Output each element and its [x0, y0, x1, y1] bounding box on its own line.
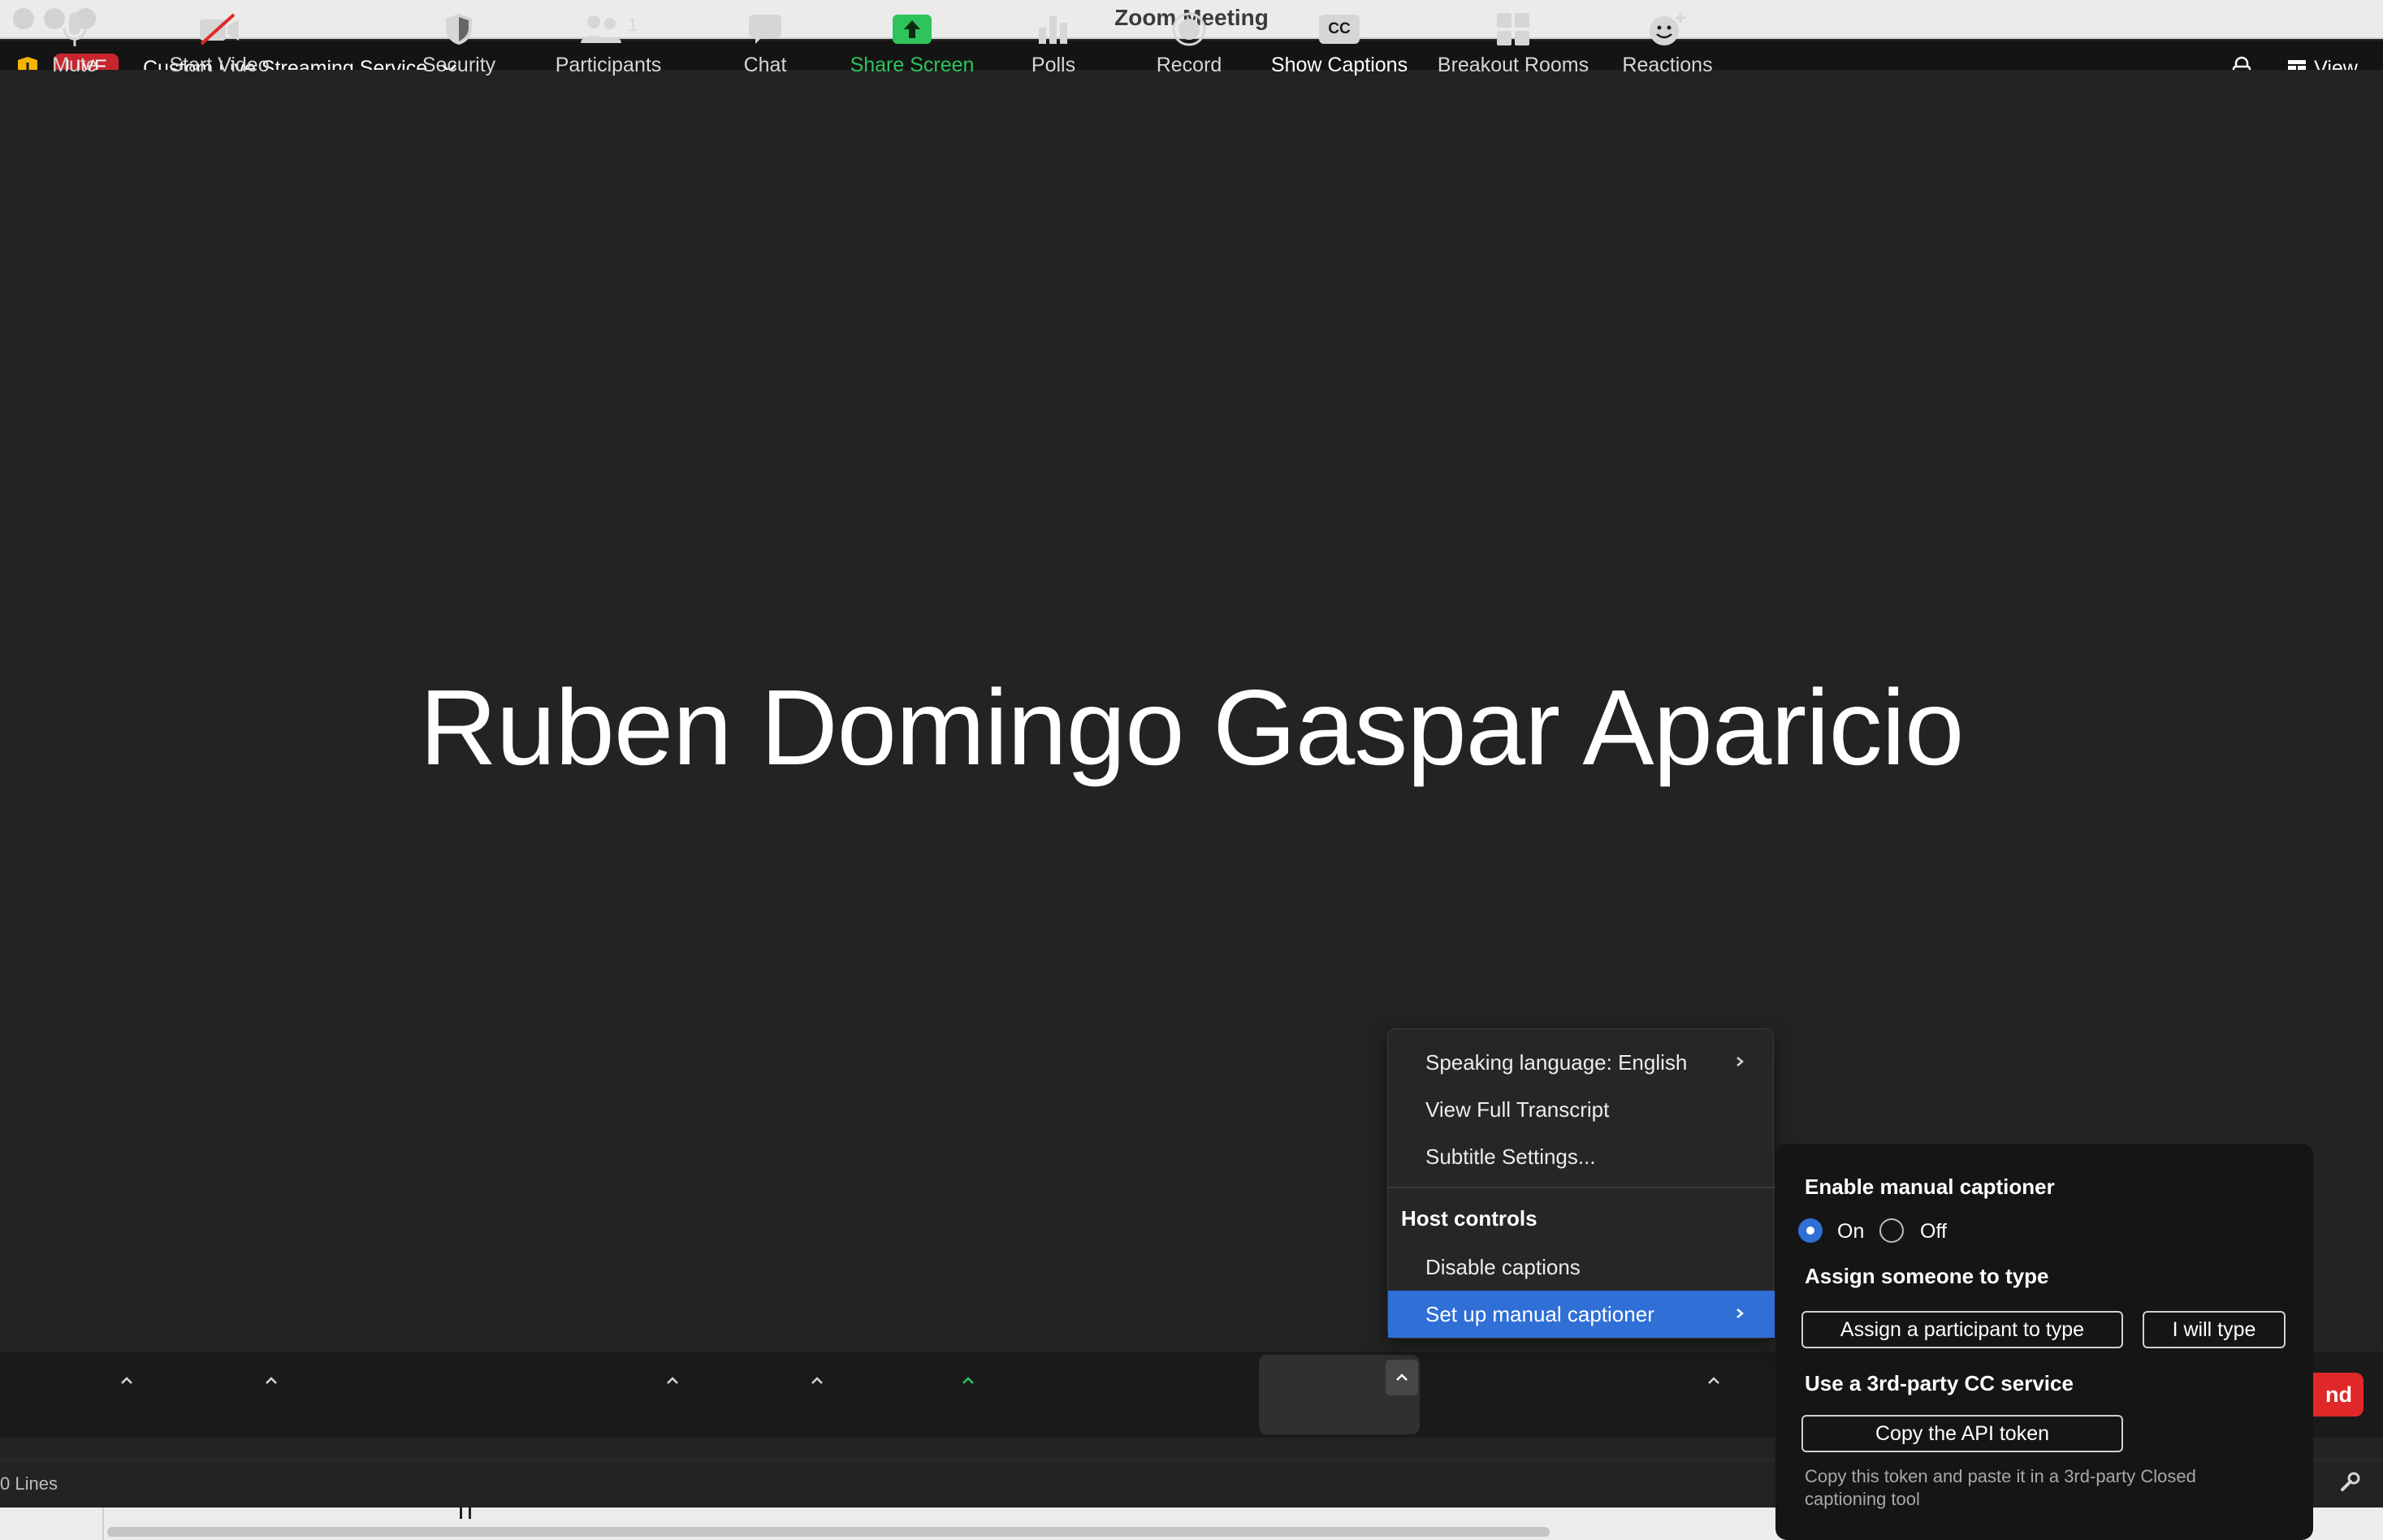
start-video-label: Start Video	[169, 53, 270, 76]
api-token-hint: Copy this token and paste it in a 3rd-pa…	[1805, 1466, 2196, 1509]
smiley-plus-icon	[1650, 12, 1685, 45]
chat-label: Chat	[743, 53, 787, 76]
record-button[interactable]: Record	[1147, 0, 1231, 86]
menu-item-label: Subtitle Settings...	[1425, 1144, 1596, 1169]
host-controls-heading: Host controls	[1401, 1206, 1537, 1231]
chevron-up-icon	[1708, 1377, 1719, 1384]
breakout-rooms-button[interactable]: Breakout Rooms	[1434, 0, 1592, 86]
video-options-caret[interactable]	[260, 1369, 283, 1392]
horizontal-scrollbar[interactable]	[107, 1527, 1550, 1537]
record-label: Record	[1156, 53, 1222, 76]
participants-icon	[580, 15, 621, 43]
closed-captions-icon: CC	[1319, 14, 1360, 44]
captions-menu: Speaking language: English View Full Tra…	[1387, 1028, 1775, 1339]
menu-item-speaking-language[interactable]: Speaking language: English	[1388, 1039, 1775, 1086]
audio-options-caret[interactable]	[115, 1369, 138, 1392]
text-cursor-mark	[460, 1504, 471, 1519]
chevron-up-icon	[667, 1377, 678, 1384]
copy-api-token-button[interactable]: Copy the API token	[1801, 1415, 2123, 1452]
breakout-rooms-label: Breakout Rooms	[1437, 53, 1589, 76]
polls-button[interactable]: Polls	[1015, 0, 1092, 86]
share-screen-icon	[893, 14, 932, 44]
show-captions-button[interactable]: CC Show Captions	[1264, 0, 1415, 86]
chat-options-caret[interactable]	[806, 1369, 828, 1392]
chat-bubble-icon	[749, 14, 781, 44]
chat-button[interactable]: Chat	[731, 0, 799, 86]
polls-bar-icon	[1039, 15, 1067, 44]
i-will-type-button[interactable]: I will type	[2143, 1311, 2286, 1348]
lines-count-label: 0 Lines	[0, 1473, 58, 1494]
chevron-right-icon	[1736, 1309, 1744, 1318]
enable-manual-captioner-heading: Enable manual captioner	[1805, 1174, 2055, 1199]
menu-item-label: Set up manual captioner	[1425, 1301, 1654, 1326]
mute-button[interactable]: Mute	[32, 0, 117, 86]
reactions-button[interactable]: Reactions	[1615, 0, 1720, 86]
chevron-up-icon	[962, 1377, 974, 1384]
share-screen-label: Share Screen	[850, 53, 975, 76]
captions-options-caret[interactable]	[1386, 1360, 1418, 1395]
chevron-right-icon	[1736, 1057, 1744, 1066]
radio-on[interactable]	[1798, 1218, 1823, 1243]
menu-item-view-full-transcript[interactable]: View Full Transcript	[1388, 1086, 1775, 1133]
active-speaker-name: Ruben Domingo Gaspar Aparicio	[419, 668, 1965, 787]
microphone-icon	[63, 11, 87, 46]
show-captions-label: Show Captions	[1270, 53, 1408, 76]
polls-label: Polls	[1031, 53, 1076, 76]
security-button[interactable]: Security	[414, 0, 504, 86]
chevron-up-icon	[1396, 1373, 1408, 1381]
participants-button[interactable]: 1 Participants	[549, 0, 668, 86]
menu-item-subtitle-settings[interactable]: Subtitle Settings...	[1388, 1133, 1775, 1180]
radio-off-label: Off	[1920, 1220, 1947, 1243]
third-party-cc-heading: Use a 3rd-party CC service	[1805, 1371, 2074, 1395]
share-options-caret[interactable]	[957, 1369, 980, 1392]
breakout-rooms-icon	[1497, 12, 1529, 45]
menu-item-label: View Full Transcript	[1425, 1097, 1610, 1122]
start-video-button[interactable]: Start Video	[159, 0, 279, 86]
participants-count: 1	[627, 14, 638, 35]
radio-on-label: On	[1837, 1220, 1865, 1243]
mute-label: Mute	[52, 53, 97, 76]
assign-participant-button[interactable]: Assign a participant to type	[1801, 1311, 2123, 1348]
menu-item-disable-captions[interactable]: Disable captions	[1388, 1244, 1775, 1291]
manual-captioner-panel: Enable manual captioner On Off Assign so…	[1775, 1144, 2313, 1540]
menu-item-label: Speaking language: English	[1425, 1049, 1688, 1075]
chevron-up-icon	[121, 1377, 132, 1384]
security-shield-icon	[446, 13, 472, 45]
radio-off[interactable]	[1879, 1218, 1904, 1243]
menu-item-set-up-manual-captioner[interactable]: Set up manual captioner	[1388, 1291, 1775, 1338]
wrench-icon[interactable]	[2339, 1472, 2360, 1493]
participants-options-caret[interactable]	[661, 1369, 684, 1392]
reactions-label: Reactions	[1622, 53, 1713, 76]
reactions-options-caret[interactable]	[1702, 1369, 1725, 1392]
chevron-up-icon	[811, 1377, 823, 1384]
background-window-edge	[0, 1508, 102, 1540]
share-screen-button[interactable]: Share Screen	[845, 0, 980, 86]
video-off-icon	[200, 13, 239, 45]
assign-someone-heading: Assign someone to type	[1805, 1264, 2049, 1288]
record-icon	[1172, 12, 1206, 45]
menu-item-label: Disable captions	[1425, 1254, 1581, 1279]
security-label: Security	[422, 53, 496, 76]
menu-divider	[1388, 1187, 1775, 1188]
participants-label: Participants	[555, 53, 662, 76]
chevron-up-icon	[266, 1377, 277, 1384]
